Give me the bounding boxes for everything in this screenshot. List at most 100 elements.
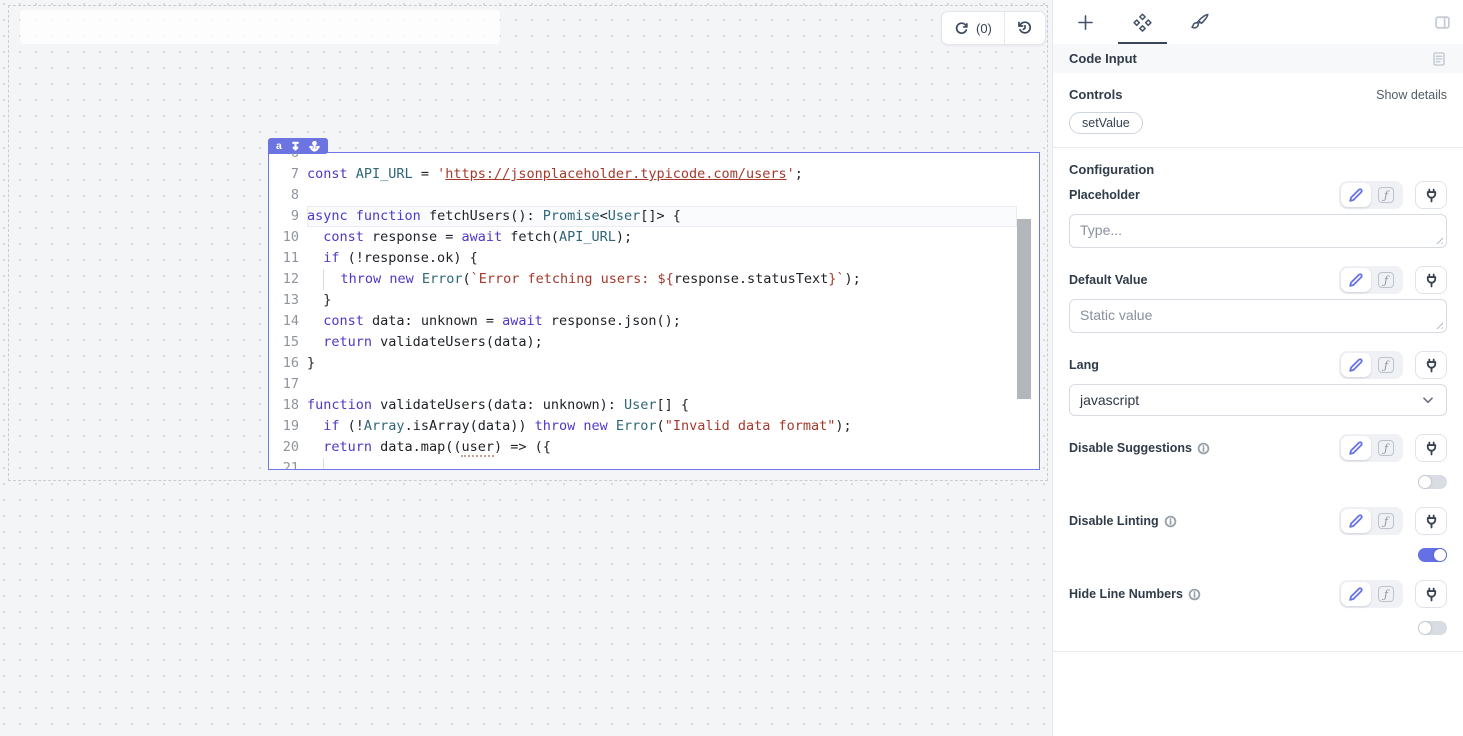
code-line: 13 } <box>269 290 1039 311</box>
code-text: const data: unknown = await response.jso… <box>307 311 681 332</box>
line-number: 17 <box>269 374 307 395</box>
widget-title: Code Input <box>1069 51 1137 66</box>
configuration-heading: Configuration <box>1069 162 1447 177</box>
divider <box>1053 147 1463 148</box>
js-mode-button[interactable]: ƒ <box>1371 183 1401 207</box>
show-details-link[interactable]: Show details <box>1376 88 1447 102</box>
control-chip-setValue[interactable]: setValue <box>1069 112 1143 134</box>
refresh-count: (0) <box>976 21 992 36</box>
code-text: const response = await fetch(API_URL); <box>307 227 632 248</box>
binding-controls: ƒ <box>1339 580 1447 608</box>
function-icon: ƒ <box>1378 187 1394 203</box>
insert-below-icon[interactable] <box>290 141 301 152</box>
line-number: 14 <box>269 311 307 332</box>
line-number: 7 <box>269 164 307 185</box>
code-line: 20 return data.map((user) => ({ <box>269 437 1039 458</box>
hide-line-numbers-toggle[interactable] <box>1418 621 1447 635</box>
collapse-panel-button[interactable] <box>1434 0 1451 44</box>
edit-mode-button[interactable] <box>1341 268 1371 292</box>
edit-mode-button[interactable] <box>1341 509 1371 533</box>
app-root: (0) a 67const API_URL = 'https://jsonpla… <box>0 0 1463 736</box>
bind-data-button[interactable] <box>1415 351 1447 379</box>
line-number: 13 <box>269 290 307 311</box>
plus-icon <box>1075 12 1096 33</box>
edit-mode-button[interactable] <box>1341 183 1371 207</box>
info-icon[interactable] <box>1197 442 1210 455</box>
config-field-disable-suggestions: Disable Suggestions ƒ <box>1069 432 1447 489</box>
code-editor[interactable]: 67const API_URL = 'https://jsonplacehold… <box>269 153 1039 469</box>
field-label: Placeholder <box>1069 188 1140 202</box>
info-icon[interactable] <box>1164 515 1177 528</box>
disable-linting-toggle[interactable] <box>1418 548 1447 562</box>
placeholder-input[interactable]: Type... <box>1069 214 1447 248</box>
line-number: 11 <box>269 248 307 269</box>
config-field-disable-linting: Disable Linting ƒ <box>1069 505 1447 562</box>
code-line: 9async function fetchUsers(): Promise<Us… <box>269 206 1039 227</box>
edit-mode-button[interactable] <box>1341 436 1371 460</box>
edit-mode-button[interactable] <box>1341 582 1371 606</box>
code-text: throw new Error(`Error fetching users: $… <box>307 269 861 290</box>
canvas[interactable]: (0) a 67const API_URL = 'https://jsonpla… <box>0 0 1052 736</box>
toggle-knob <box>1419 622 1431 634</box>
config-field-default-value: Default Value ƒ Static value <box>1069 264 1447 333</box>
field-label: Disable Linting <box>1069 514 1159 528</box>
bind-data-button[interactable] <box>1415 181 1447 209</box>
anchor-icon[interactable] <box>309 141 320 152</box>
lang-select[interactable]: javascript <box>1069 384 1447 416</box>
tab-widgets[interactable] <box>1114 0 1171 44</box>
function-icon: ƒ <box>1378 513 1394 529</box>
toggle-knob <box>1419 476 1431 488</box>
doc-icon[interactable] <box>1431 51 1447 67</box>
bind-data-button[interactable] <box>1415 434 1447 462</box>
line-number: 20 <box>269 437 307 458</box>
code-line: 17 <box>269 374 1039 395</box>
refresh-dependencies-button[interactable]: (0) <box>942 12 1004 44</box>
js-mode-button[interactable]: ƒ <box>1371 353 1401 377</box>
bind-data-button[interactable] <box>1415 580 1447 608</box>
binding-controls: ƒ <box>1339 351 1447 379</box>
toggle-knob <box>1434 549 1446 561</box>
code-text <box>307 458 324 469</box>
js-mode-button[interactable]: ƒ <box>1371 582 1401 606</box>
widget-name-badge[interactable]: a <box>268 138 328 154</box>
function-icon: ƒ <box>1378 272 1394 288</box>
config-field-hide-line-numbers: Hide Line Numbersƒ <box>1069 578 1447 635</box>
code-line: 10 const response = await fetch(API_URL)… <box>269 227 1039 248</box>
line-number: 16 <box>269 353 307 374</box>
binding-controls: ƒ <box>1339 181 1447 209</box>
config-field-lang: Langƒjavascript <box>1069 349 1447 416</box>
canvas-action-group: (0) <box>941 11 1046 45</box>
tab-add[interactable] <box>1057 0 1114 44</box>
bind-data-button[interactable] <box>1415 266 1447 294</box>
control-chips: setValue <box>1069 112 1447 134</box>
code-line: 12 throw new Error(`Error fetching users… <box>269 269 1039 290</box>
field-label: Default Value <box>1069 273 1148 287</box>
history-button[interactable] <box>1005 12 1045 44</box>
code-input-widget[interactable]: a 67const API_URL = 'https://jsonplaceho… <box>268 152 1040 470</box>
code-text: if (!response.ok) { <box>307 248 478 269</box>
editor-scrollbar[interactable] <box>1017 219 1031 399</box>
bind-data-button[interactable] <box>1415 507 1447 535</box>
default-value-input[interactable]: Static value <box>1069 299 1447 333</box>
tab-style[interactable] <box>1171 0 1228 44</box>
config-field-placeholder: Placeholder ƒ Type... <box>1069 179 1447 248</box>
js-mode-button[interactable]: ƒ <box>1371 436 1401 460</box>
function-icon: ƒ <box>1378 357 1394 373</box>
code-text: return validateUsers(data); <box>307 332 543 353</box>
info-icon[interactable] <box>1188 588 1201 601</box>
divider <box>1053 651 1463 652</box>
widget-name: a <box>276 140 282 152</box>
disable-suggestions-toggle[interactable] <box>1418 475 1447 489</box>
panel-body: Controls Show details setValue Configura… <box>1053 87 1463 652</box>
js-mode-button[interactable]: ƒ <box>1371 268 1401 292</box>
field-label: Disable Suggestions <box>1069 441 1192 455</box>
line-number: 18 <box>269 395 307 416</box>
code-line: 11 if (!response.ok) { <box>269 248 1039 269</box>
binding-controls: ƒ <box>1339 507 1447 535</box>
js-mode-button[interactable]: ƒ <box>1371 509 1401 533</box>
code-line: 15 return validateUsers(data); <box>269 332 1039 353</box>
code-text: return data.map((user) => ({ <box>307 437 551 458</box>
edit-mode-button[interactable] <box>1341 353 1371 377</box>
widgets-icon <box>1132 12 1153 33</box>
code-text: async function fetchUsers(): Promise<Use… <box>307 206 1017 227</box>
